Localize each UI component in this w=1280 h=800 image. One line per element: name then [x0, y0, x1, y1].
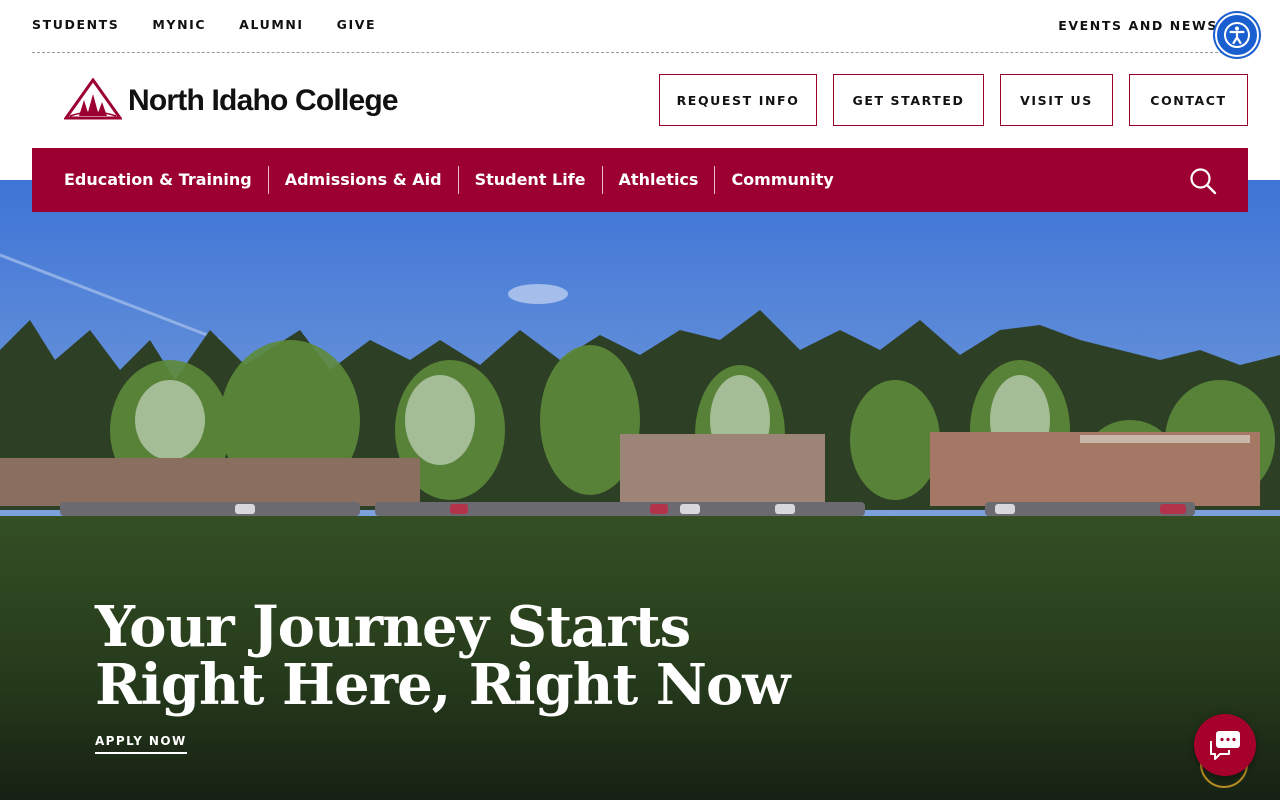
- cta-button-group: REQUEST INFO GET STARTED VISIT US CONTAC…: [659, 74, 1248, 126]
- visit-us-button[interactable]: VISIT US: [1000, 74, 1113, 126]
- accessibility-button[interactable]: [1215, 13, 1259, 57]
- hero-heading-line-2: Right Here, Right Now: [95, 652, 791, 718]
- college-logo-mark-icon: [64, 78, 122, 120]
- main-nav: Education & Training Admissions & Aid St…: [32, 148, 1248, 212]
- site-logo[interactable]: North Idaho College: [64, 78, 399, 120]
- utility-nav-right: EVENTS AND NEWS: [1058, 17, 1218, 35]
- college-name: North Idaho College: [128, 84, 399, 117]
- hero-heading: Your Journey Starts Right Here, Right No…: [95, 594, 791, 718]
- utility-link-mynic[interactable]: MYNIC: [152, 17, 206, 32]
- utility-bar: STUDENTS MYNIC ALUMNI GIVE EVENTS AND NE…: [32, 0, 1248, 53]
- nav-student-life[interactable]: Student Life: [459, 166, 602, 194]
- utility-nav-left: STUDENTS MYNIC ALUMNI GIVE: [32, 17, 409, 32]
- contact-button[interactable]: CONTACT: [1129, 74, 1248, 126]
- utility-link-alumni[interactable]: ALUMNI: [239, 17, 304, 32]
- utility-link-students[interactable]: STUDENTS: [32, 17, 119, 32]
- chat-icon: [1210, 731, 1240, 760]
- apply-now-link[interactable]: APPLY NOW: [95, 734, 187, 754]
- nav-education-training[interactable]: Education & Training: [64, 166, 268, 194]
- search-icon: [1190, 168, 1217, 195]
- search-button[interactable]: [1188, 166, 1218, 196]
- nav-admissions-aid[interactable]: Admissions & Aid: [269, 166, 458, 194]
- hero-heading-line-1: Your Journey Starts: [95, 594, 691, 660]
- get-started-button[interactable]: GET STARTED: [833, 74, 984, 126]
- nav-athletics[interactable]: Athletics: [603, 166, 715, 194]
- request-info-button[interactable]: REQUEST INFO: [659, 74, 817, 126]
- accessibility-icon: [1224, 22, 1250, 48]
- chat-button[interactable]: [1194, 714, 1256, 776]
- nav-community[interactable]: Community: [715, 166, 849, 194]
- utility-link-events-news[interactable]: EVENTS AND NEWS: [1058, 18, 1218, 33]
- utility-link-give[interactable]: GIVE: [337, 17, 377, 32]
